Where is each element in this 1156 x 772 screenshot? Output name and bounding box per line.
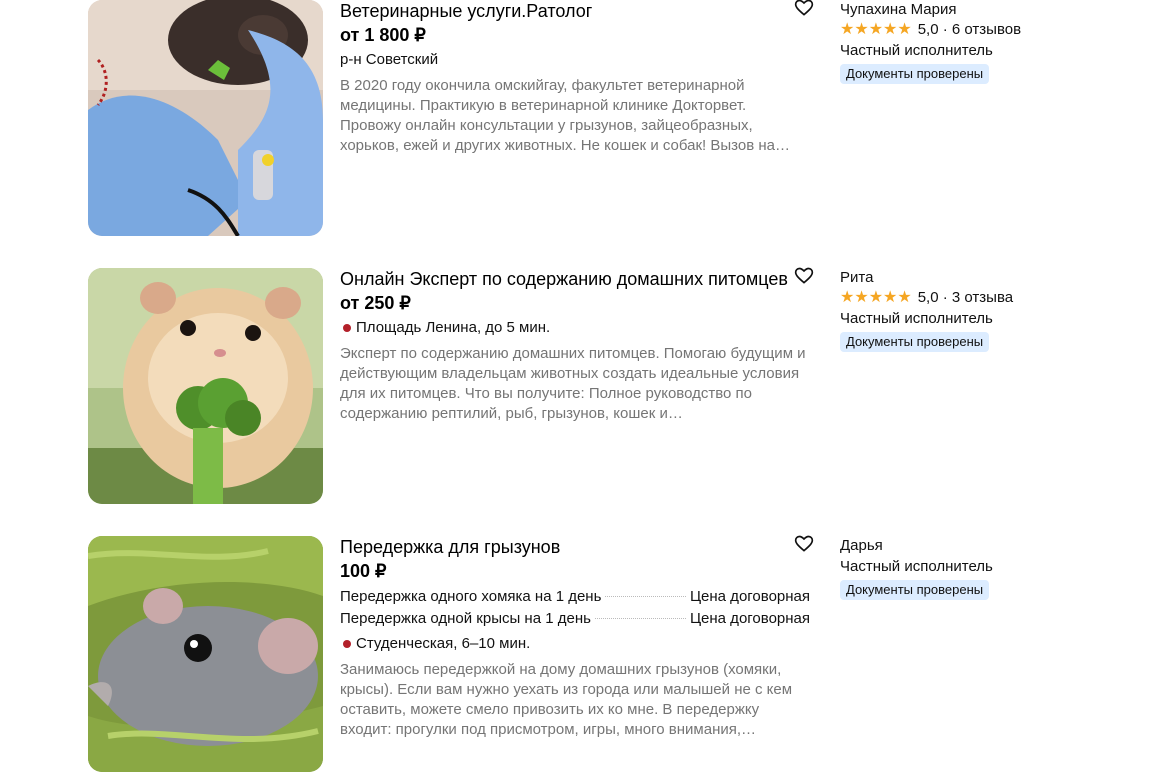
- listing-title[interactable]: Передержка для грызунов: [340, 536, 810, 558]
- listing-content: Онлайн Эксперт по содержанию домашних пи…: [340, 268, 810, 424]
- rating-value: 5,0: [917, 289, 939, 306]
- listing-price: 100 ₽: [340, 561, 387, 581]
- dotted-leader: [605, 596, 686, 597]
- listing-card: Передержка для грызунов 100 ₽ Передержка…: [0, 534, 1156, 772]
- rating-value: 5,0: [917, 21, 939, 38]
- listing-photo[interactable]: [88, 268, 323, 504]
- seller-name[interactable]: Рита: [840, 268, 1100, 288]
- seller-name[interactable]: Дарья: [840, 536, 1100, 556]
- listing-location: р-н Советский: [340, 50, 810, 70]
- seller-rating: ★★★★★ 5,0 · 3 отзыва: [840, 288, 1100, 308]
- seller-info: Рита ★★★★★ 5,0 · 3 отзыва Частный исполн…: [840, 268, 1100, 352]
- service-price-list: Передержка одного хомяка на 1 день Цена …: [340, 586, 810, 630]
- listing-description: Занимаюсь передержкой на дому домашних г…: [340, 661, 793, 738]
- listing-content: Ветеринарные услуги.Ратолог от 1 800 ₽ р…: [340, 0, 810, 156]
- listing-price: от 250 ₽: [340, 293, 411, 313]
- listing-card: Ветеринарные услуги.Ратолог от 1 800 ₽ р…: [0, 0, 1156, 236]
- review-count[interactable]: · 3 отзыва: [943, 288, 1013, 308]
- seller-type: Частный исполнитель: [840, 310, 993, 327]
- location-text: р-н Советский: [340, 51, 439, 68]
- listing-photo[interactable]: [88, 536, 323, 772]
- listing-price: от 1 800 ₽: [340, 25, 426, 45]
- service-name: Передержка одной крысы на 1 день: [340, 610, 591, 627]
- service-price: Цена договорная: [689, 610, 810, 627]
- favorite-heart-icon[interactable]: [794, 0, 814, 18]
- listing-description: В 2020 году окончила омскийгау, факульте…: [340, 77, 790, 154]
- service-name: Передержка одного хомяка на 1 день: [340, 588, 602, 605]
- listing-photo[interactable]: [88, 0, 323, 236]
- rating-stars-icon: ★★★★★: [840, 21, 912, 38]
- documents-verified-badge: Документы проверены: [840, 64, 990, 84]
- hamster-photo: [88, 268, 323, 504]
- favorite-heart-icon[interactable]: [794, 266, 814, 286]
- guinea-pig-photo: [88, 0, 323, 236]
- listing-content: Передержка для грызунов 100 ₽ Передержка…: [340, 536, 810, 740]
- location-text: Студенческая, 6–10 мин.: [356, 635, 531, 652]
- listing-title[interactable]: Ветеринарные услуги.Ратолог: [340, 0, 810, 22]
- listing-card: Онлайн Эксперт по содержанию домашних пи…: [0, 266, 1156, 504]
- metro-dot-icon: [343, 324, 351, 332]
- documents-verified-badge: Документы проверены: [840, 332, 990, 352]
- rating-stars-icon: ★★★★★: [840, 289, 912, 306]
- seller-info: Чупахина Мария ★★★★★ 5,0 · 6 отзывов Час…: [840, 0, 1100, 84]
- seller-info: Дарья Частный исполнитель Документы пров…: [840, 536, 1100, 600]
- favorite-heart-icon[interactable]: [794, 534, 814, 554]
- service-price: Цена договорная: [689, 588, 810, 605]
- seller-rating: ★★★★★ 5,0 · 6 отзывов: [840, 20, 1100, 40]
- seller-type: Частный исполнитель: [840, 558, 993, 575]
- dotted-leader: [594, 618, 686, 619]
- location-text: Площадь Ленина, до 5 мин.: [356, 319, 551, 336]
- listing-description: Эксперт по содержанию домашних питомцев.…: [340, 345, 806, 422]
- metro-dot-icon: [343, 640, 351, 648]
- service-row: Передержка одного хомяка на 1 день Цена …: [340, 586, 810, 608]
- listing-location: Площадь Ленина, до 5 мин.: [340, 318, 810, 338]
- seller-type: Частный исполнитель: [840, 42, 993, 59]
- service-row: Передержка одной крысы на 1 день Цена до…: [340, 608, 810, 630]
- review-count[interactable]: · 6 отзывов: [943, 20, 1021, 40]
- seller-name[interactable]: Чупахина Мария: [840, 0, 1100, 20]
- documents-verified-badge: Документы проверены: [840, 580, 990, 600]
- listing-title[interactable]: Онлайн Эксперт по содержанию домашних пи…: [340, 268, 810, 290]
- rat-photo: [88, 536, 323, 772]
- listing-location: Студенческая, 6–10 мин.: [340, 634, 810, 654]
